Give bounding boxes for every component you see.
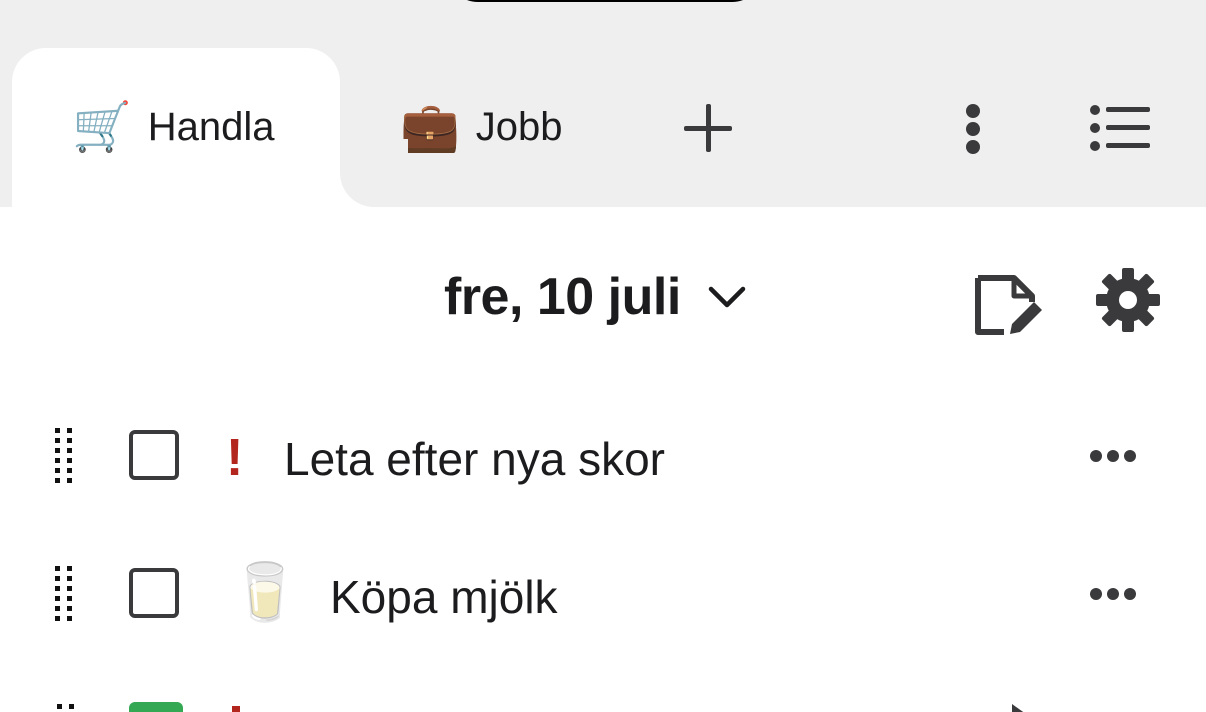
tab-jobb[interactable]: 💼 Jobb — [400, 48, 620, 207]
more-horizontal-icon[interactable] — [1090, 588, 1136, 602]
date-title: fre, 10 juli — [444, 268, 681, 326]
app-screen: 🛒 Handla 💼 Jobb fre, 10 juli ! Leta efte… — [0, 0, 1206, 712]
tab-label: Handla — [147, 105, 275, 149]
tab-handla[interactable]: 🛒 Handla — [12, 48, 408, 207]
item-checkbox-checked[interactable] — [129, 702, 183, 712]
more-horizontal-icon[interactable] — [1090, 450, 1136, 464]
edit-note-icon[interactable] — [974, 272, 1044, 338]
milk-glass-icon: 🥛 — [230, 560, 300, 623]
vertical-ellipsis-icon[interactable] — [964, 104, 982, 154]
device-notch — [446, 0, 764, 2]
chevron-down-icon — [708, 286, 746, 308]
briefcase-icon: 💼 — [400, 100, 460, 154]
item-text[interactable]: Leta efter nya skor — [284, 432, 665, 486]
item-checkbox[interactable] — [129, 568, 179, 618]
priority-marker — [232, 706, 240, 712]
list-icon[interactable] — [1090, 104, 1150, 152]
shopping-cart-icon: 🛒 — [72, 100, 132, 154]
drag-handle-icon[interactable] — [55, 566, 77, 622]
item-text[interactable]: Köpa mjölk — [330, 570, 558, 624]
tab-bar: 🛒 Handla 💼 Jobb — [0, 0, 1206, 207]
list-item: ! Leta efter nya skor — [0, 406, 1206, 506]
date-selector[interactable]: fre, 10 juli — [444, 262, 747, 332]
priority-marker: ! — [226, 429, 244, 487]
gear-icon[interactable] — [1096, 268, 1160, 332]
arrow-right-icon[interactable] — [1012, 704, 1026, 712]
tab-label: Jobb — [475, 105, 563, 149]
drag-handle-icon[interactable] — [55, 428, 77, 484]
list-item: 🥛 Köpa mjölk — [0, 544, 1206, 644]
item-checkbox[interactable] — [129, 430, 179, 480]
plus-icon[interactable] — [684, 104, 734, 154]
